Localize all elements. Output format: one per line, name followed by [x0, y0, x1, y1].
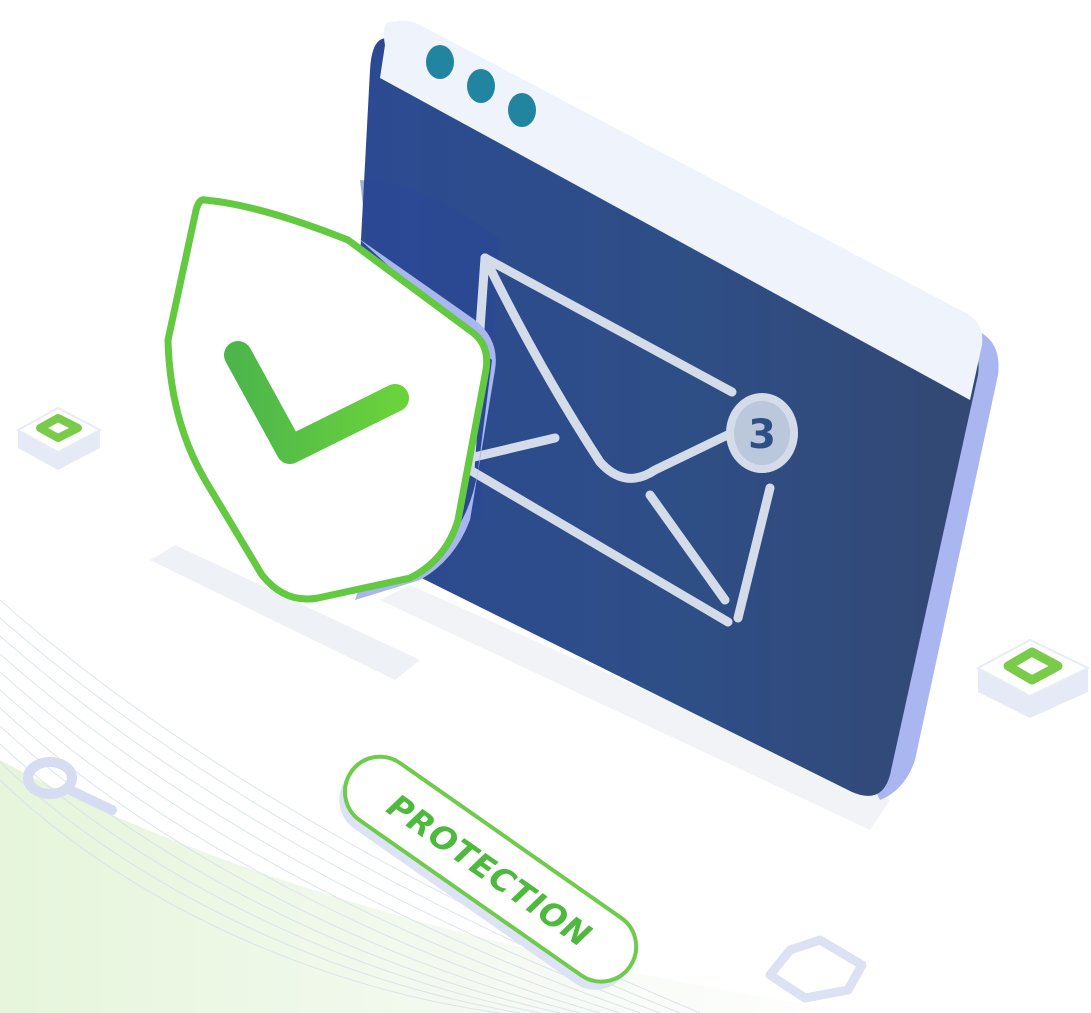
floating-square-icon — [15, 406, 103, 470]
notification-count: 3 — [748, 412, 776, 458]
protection-illustration: 3 PROTECTION — [0, 0, 1091, 1013]
illustration-canvas: 3 PROTECTION — [0, 20, 1091, 1013]
notification-badge: 3 — [726, 393, 798, 473]
floating-square-icon — [975, 638, 1091, 718]
shield-outline-icon — [765, 935, 867, 1003]
